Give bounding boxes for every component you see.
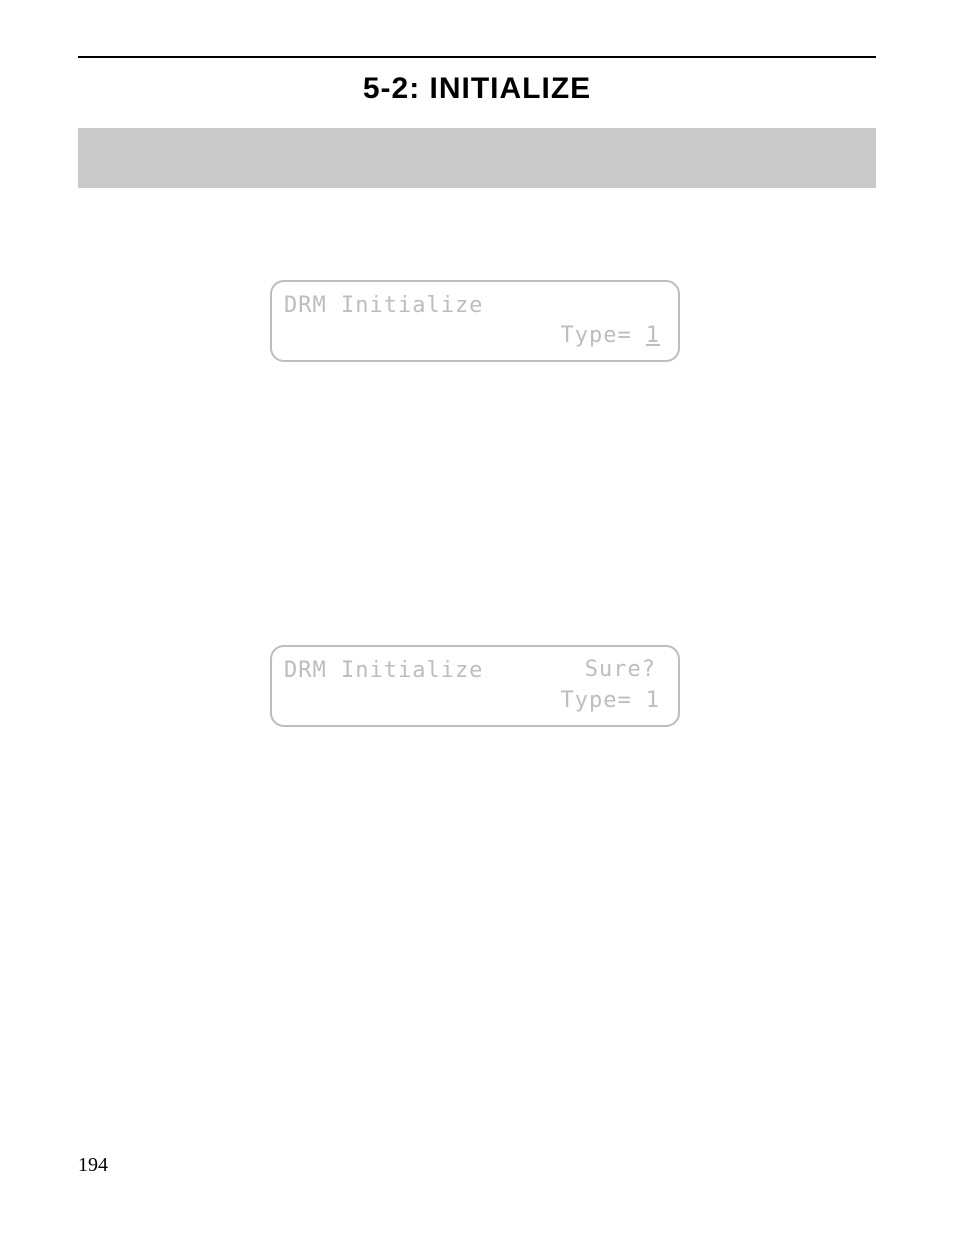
lcd-display-2: DRM Initialize Sure? Type= 1 — [270, 645, 680, 727]
lcd1-type-label: Type= — [561, 323, 632, 348]
lcd1-type-value: 1 — [632, 323, 660, 348]
page-number: 194 — [78, 1154, 108, 1177]
page-title: 5-2: INITIALIZE — [0, 72, 954, 106]
section-bar — [78, 128, 876, 188]
lcd-display-1: DRM Initialize Type= 1 — [270, 280, 680, 362]
lcd1-line1: DRM Initialize — [284, 293, 483, 318]
lcd2-sure: Sure? — [585, 657, 656, 682]
lcd2-type-label: Type= — [561, 688, 632, 713]
header-rule — [78, 56, 876, 58]
lcd2-type-value: 1 — [632, 688, 660, 713]
lcd2-line1: DRM Initialize — [284, 658, 483, 683]
